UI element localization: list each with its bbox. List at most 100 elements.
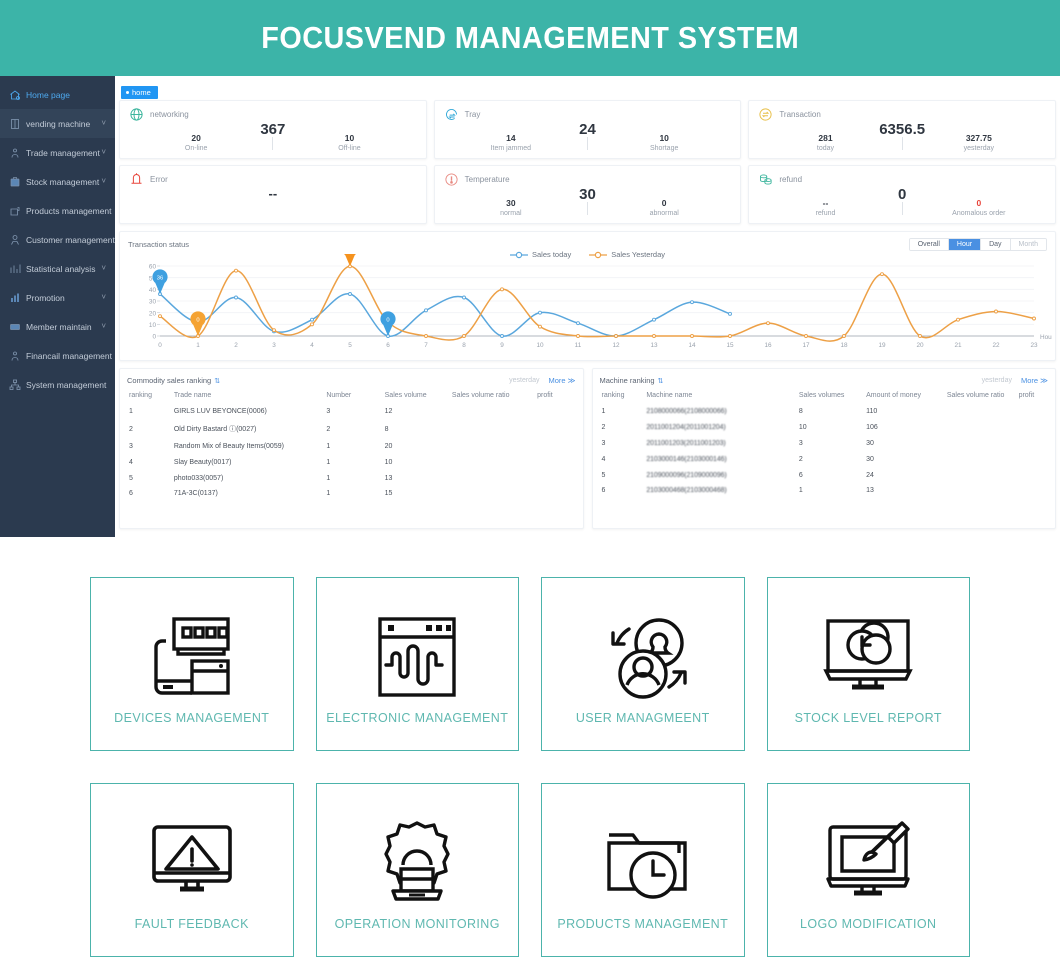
svg-text:40: 40 xyxy=(149,287,157,294)
sidebar-item-system-management[interactable]: System management xyxy=(0,370,115,399)
table-row[interactable]: 4 2103000146(2103000146) 2 30 xyxy=(600,451,1049,467)
commodity-ranking-table: ranking Trade name Number Sales volume S… xyxy=(127,390,576,502)
svg-text:3: 3 xyxy=(272,342,276,349)
home-icon xyxy=(8,88,21,101)
table-row[interactable]: 2 Old Dirty Bastard ⓘ(0027) 2 8 xyxy=(127,420,576,439)
stat-sub-value: 10 xyxy=(344,133,355,143)
feature-card-electronic-management[interactable]: ELECTRONIC MANAGEMENT xyxy=(315,577,519,751)
table-row[interactable]: 5 photo033(0057) 1 13 xyxy=(127,470,576,486)
table-cell xyxy=(450,470,535,486)
svg-text:5: 5 xyxy=(348,342,352,349)
table-cell xyxy=(535,470,575,486)
column-header: Sales volumes xyxy=(798,392,845,399)
stat-sub-label: yesterday xyxy=(963,145,994,152)
stat-sub-right: 0 Anomalous order xyxy=(903,198,1055,219)
tab-home[interactable]: home xyxy=(121,86,158,99)
transaction-icon xyxy=(758,107,773,122)
svg-text:6: 6 xyxy=(386,342,390,349)
svg-text:0: 0 xyxy=(158,342,162,349)
feature-card-logo-modification[interactable]: LOGO MODIFICATION xyxy=(766,783,970,957)
column-header: Sales volume xyxy=(384,392,427,399)
table-cell: 30 xyxy=(866,455,874,463)
svg-text:9: 9 xyxy=(500,342,504,349)
feature-card-operation-monitoring[interactable]: OPERATION MONITORING xyxy=(315,783,519,957)
table-row[interactable]: 1 GIRLS LUV BEYONCE(0006) 3 12 xyxy=(127,404,576,420)
svg-text:0: 0 xyxy=(196,318,199,324)
feature-card-user-managmeent[interactable]: USER MANAGMEENT xyxy=(541,577,745,751)
stat-sub-left: 281 today xyxy=(749,133,901,154)
stat-card-error[interactable]: Error -- xyxy=(119,165,427,224)
stat-card-tray[interactable]: Tray 24 14 Item jammed 10 Shortage xyxy=(433,100,742,159)
table-row[interactable]: 1 2108000066(2108000066) 8 110 xyxy=(600,404,1049,420)
feature-card-label: FAULT FEEDBACK xyxy=(134,917,249,931)
table-row[interactable]: 3 2011001203(2011001203) 3 30 xyxy=(600,436,1049,452)
stat-sub-value: 14 xyxy=(506,133,516,143)
table-cell: 10 xyxy=(798,424,807,432)
sidebar-item-promotion[interactable]: Promotion ˅ xyxy=(0,283,115,312)
svg-text:14: 14 xyxy=(688,342,696,349)
table-cell xyxy=(945,467,1017,483)
sidebar-item-customer-management[interactable]: Customer management xyxy=(0,225,115,254)
range-hour-button[interactable]: Hour xyxy=(948,238,982,250)
table-cell: 3 xyxy=(326,408,331,416)
table-row[interactable]: 6 71A-3C(0137) 1 15 xyxy=(127,486,576,502)
range-month-button[interactable]: Month xyxy=(1010,238,1046,250)
stat-sub-right: 327.75 yesterday xyxy=(903,133,1055,154)
feature-card-products-management[interactable]: PRODUCTS MANAGEMENT xyxy=(541,783,745,957)
table-cell: 2 xyxy=(601,424,606,432)
table-cell xyxy=(535,454,575,470)
range-day-button[interactable]: Day xyxy=(981,238,1011,250)
table-cell: 6 xyxy=(129,490,133,498)
transaction-status-chart-panel: Transaction status Overall Hour Day Mont… xyxy=(119,231,1056,361)
stat-card-transaction[interactable]: Transaction 6356.5 281 today 327.75 yest… xyxy=(748,100,1056,159)
globe-icon xyxy=(129,107,144,122)
sidebar-item-trade-management[interactable]: Trade management ˅ xyxy=(0,138,115,167)
table-row[interactable]: 5 2109000096(2109000096) 6 24 xyxy=(600,467,1049,483)
sidebar-item-products-management[interactable]: Products management xyxy=(0,196,115,225)
chevron-down-icon: ˅ xyxy=(101,118,106,128)
table-cell: 2108000066(2108000066) xyxy=(646,408,727,416)
column-header: Sales volume ratio xyxy=(451,392,510,399)
sidebar-item-label: Home page xyxy=(26,89,70,100)
feature-card-fault-feedback[interactable]: FAULT FEEDBACK xyxy=(90,783,294,957)
monitor-chart-icon xyxy=(818,603,918,711)
sort-icon[interactable]: ⇅ xyxy=(658,377,664,385)
ranking-row: Commodity sales ranking ⇅ yesterday More… xyxy=(119,368,1056,529)
commodity-more-link[interactable]: More ≫ xyxy=(548,376,575,385)
feature-card-stock-level-report[interactable]: STOCK LEVEL REPORT xyxy=(766,577,970,751)
stat-sub-value: 10 xyxy=(659,133,669,143)
sidebar-item-home-page[interactable]: Home page xyxy=(0,80,115,109)
svg-text:11: 11 xyxy=(575,342,582,349)
devices-icon xyxy=(144,603,240,711)
range-overall-button[interactable]: Overall xyxy=(909,238,949,250)
table-row[interactable]: 6 2103000468(2103000468) 1 13 xyxy=(600,483,1049,499)
sort-icon[interactable]: ⇅ xyxy=(214,377,220,385)
machine-more-link[interactable]: More ≫ xyxy=(1021,376,1048,385)
table-row[interactable]: 3 Random Mix of Beauty Items(0059) 1 20 xyxy=(127,439,576,455)
feature-card-devices-management[interactable]: DEVICES MANAGEMENT xyxy=(90,577,294,751)
table-cell xyxy=(945,420,1017,436)
stat-card-temperature[interactable]: Temperature 30 30 normal 0 abnormal xyxy=(433,165,742,224)
stat-sub-right: 0 abnormal xyxy=(588,198,740,219)
sidebar-item-vending-machine[interactable]: vending machine ˅ xyxy=(0,109,115,138)
svg-text:19: 19 xyxy=(878,342,886,349)
table-cell: Old Dirty Bastard ⓘ(0027) xyxy=(173,426,257,434)
sidebar-item-stock-management[interactable]: Stock management ˅ xyxy=(0,167,115,196)
table-cell: 13 xyxy=(384,474,393,482)
table-cell: 1 xyxy=(601,408,606,416)
tab-strip: home xyxy=(119,81,1056,99)
column-header: profit xyxy=(537,392,553,399)
table-cell: 10 xyxy=(384,458,393,466)
ranking-title-text: Commodity sales ranking xyxy=(127,376,212,385)
stat-card-refund[interactable]: refund 0 -- refund 0 Anomalous order xyxy=(748,165,1056,224)
sidebar-item-statistical-analysis[interactable]: Statistical analysis ˅ xyxy=(0,254,115,283)
table-cell xyxy=(1017,404,1048,420)
table-row[interactable]: 4 Slay Beauty(0017) 1 10 xyxy=(127,454,576,470)
table-row[interactable]: 2 2011001204(2011001204) 10 106 xyxy=(600,420,1049,436)
sidebar-item-member-maintain[interactable]: Member maintain ˅ xyxy=(0,312,115,341)
promotion-icon xyxy=(8,291,21,304)
stat-sub-label: abnormal xyxy=(649,210,679,217)
stat-card-networking[interactable]: networking 367 20 On-line 10 Off-line xyxy=(119,100,427,159)
console-area: Home page vending machine ˅ Trade manage… xyxy=(0,76,1060,537)
sidebar-item-financail-management[interactable]: Financail management xyxy=(0,341,115,370)
